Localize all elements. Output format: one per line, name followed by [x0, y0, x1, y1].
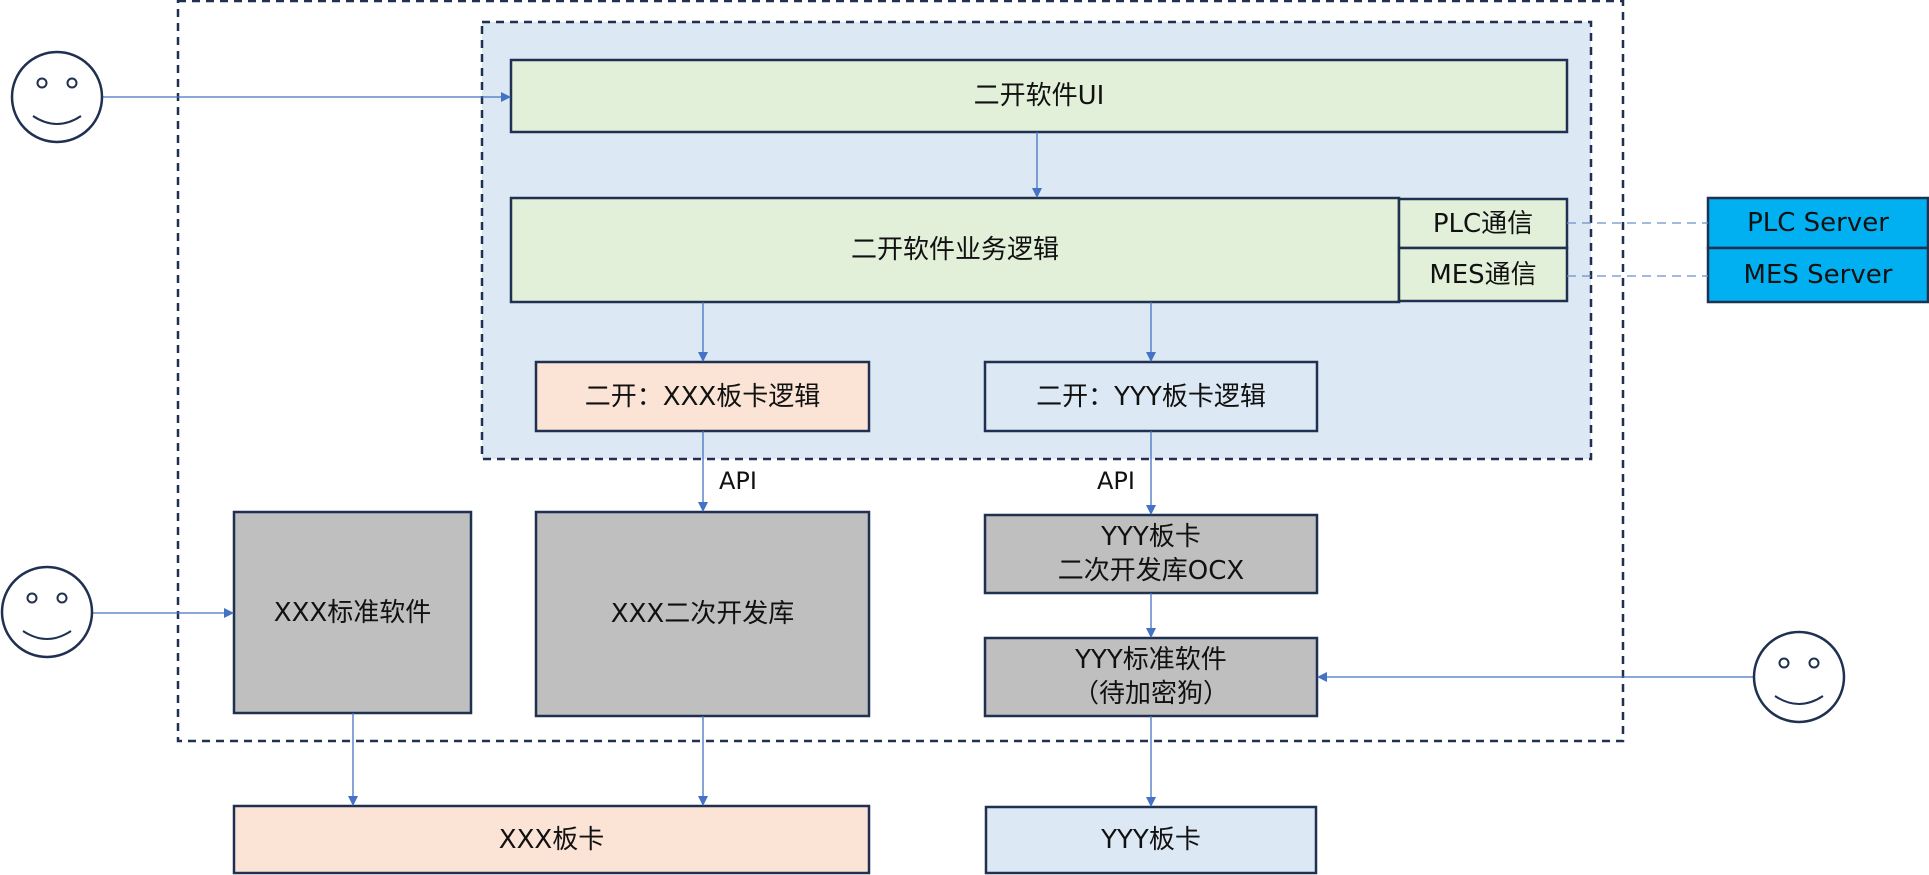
- api-label-yyy: API: [1097, 467, 1135, 495]
- yyy-card-box[interactable]: [984, 805, 1318, 875]
- xxx-sdk-box[interactable]: [534, 510, 871, 718]
- mes-comm-box[interactable]: [1397, 246, 1569, 303]
- plc-comm-box[interactable]: [1397, 197, 1569, 250]
- api-label-xxx: API: [719, 467, 757, 495]
- business-logic-box[interactable]: [509, 196, 1401, 304]
- ui-box[interactable]: [509, 58, 1569, 134]
- user-icon: [1752, 630, 1846, 724]
- yyy-std-software-box[interactable]: [983, 636, 1319, 718]
- yyy-ocx-box[interactable]: [983, 513, 1319, 595]
- plc-server-box[interactable]: [1706, 196, 1929, 250]
- xxx-card-box[interactable]: [232, 804, 871, 875]
- architecture-diagram: [0, 0, 1929, 875]
- xxx-std-software-box[interactable]: [232, 510, 473, 715]
- mes-server-box[interactable]: [1706, 246, 1929, 304]
- yyy-logic-box[interactable]: [983, 360, 1319, 433]
- user-icon: [10, 50, 104, 144]
- xxx-logic-box[interactable]: [534, 360, 871, 433]
- user-icon: [0, 565, 94, 659]
